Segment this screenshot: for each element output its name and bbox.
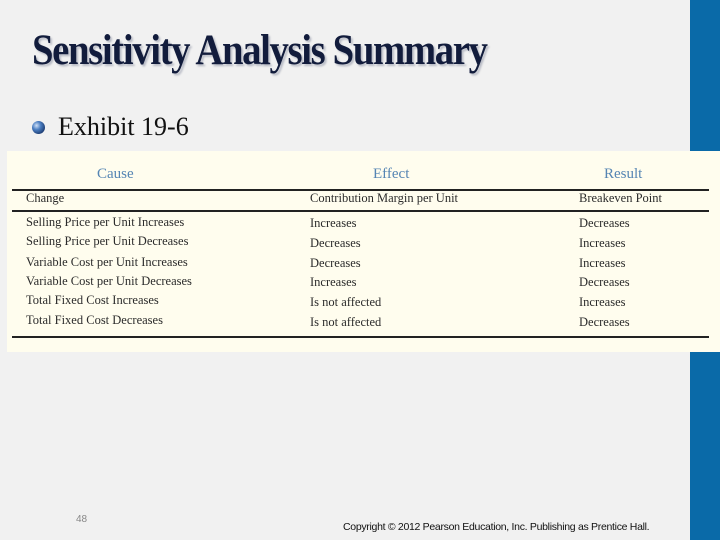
page-number: 48 — [76, 514, 88, 525]
cell-cause: Variable Cost per Unit Decreases — [26, 274, 192, 288]
bullet-item: Exhibit 19-6 — [32, 112, 189, 142]
group-header-effect: Effect — [373, 166, 410, 182]
column-header-contribution-margin: Contribution Margin per Unit — [310, 191, 459, 205]
slide-title: Sensitivity Analysis Summary — [32, 27, 488, 74]
cell-effect: Increases — [310, 216, 357, 230]
column-header-breakeven: Breakeven Point — [579, 191, 662, 205]
cell-cause: Selling Price per Unit Decreases — [26, 234, 189, 248]
cell-cause: Selling Price per Unit Increases — [26, 215, 185, 229]
cell-effect: Decreases — [310, 256, 361, 270]
cell-result: Decreases — [579, 275, 630, 289]
bullet-text: Exhibit 19-6 — [58, 112, 189, 141]
cell-result: Increases — [579, 295, 626, 309]
cell-cause: Total Fixed Cost Increases — [26, 293, 159, 307]
group-header-result: Result — [604, 166, 643, 182]
column-header-change: Change — [26, 191, 65, 205]
group-header-cause: Cause — [97, 166, 134, 182]
cell-effect: Increases — [310, 275, 357, 289]
bullet-icon — [32, 120, 45, 134]
cell-result: Decreases — [579, 216, 630, 230]
cell-result: Decreases — [579, 315, 630, 329]
cell-effect: Decreases — [310, 236, 361, 250]
exhibit-table: Cause Effect Result Change Contribution … — [7, 151, 720, 352]
table-rule-bottom — [12, 336, 709, 338]
cell-effect: Is not affected — [310, 295, 382, 309]
copyright-notice: Copyright © 2012 Pearson Education, Inc.… — [343, 521, 650, 533]
cell-cause: Total Fixed Cost Decreases — [26, 313, 163, 327]
cell-result: Increases — [579, 236, 626, 250]
cell-cause: Variable Cost per Unit Increases — [26, 255, 188, 269]
cell-effect: Is not affected — [310, 315, 382, 329]
table-rule-header — [12, 210, 709, 212]
cell-result: Increases — [579, 256, 626, 270]
